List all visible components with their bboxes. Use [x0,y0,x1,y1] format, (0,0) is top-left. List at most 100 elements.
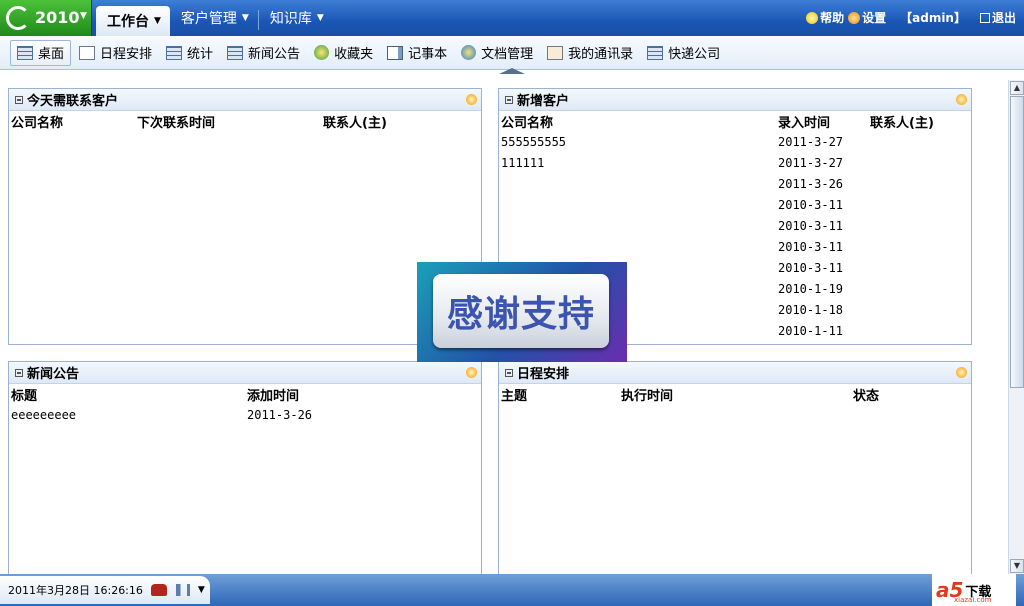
panel-header: 今天需联系客户 [9,89,481,111]
calendar-icon [79,45,96,60]
tool-label: 文档管理 [481,47,534,62]
scroll-thumb[interactable] [1010,96,1024,388]
table-row[interactable]: 111111 2011-3-27 [499,152,971,173]
chevron-down-icon: ▼ [316,13,324,23]
tool-label: 日程安排 [100,47,153,62]
username: 【admin】 [900,11,966,25]
column-header: 执行时间 [621,388,674,404]
top-bar: 2010 ▼ 工作台 ▼ 客户管理 ▼ 知识库 ▼ 帮助 设置 【admin】 退出 [0,0,1024,36]
column-header: 状态 [853,388,880,404]
logo-icon [6,6,30,30]
vertical-scrollbar[interactable]: ▲ ▼ [1008,80,1024,574]
tool-label: 统计 [187,47,214,62]
customer-company[interactable]: 555555555 [501,135,778,149]
customer-date: 2010-3-11 [778,239,844,254]
table-row[interactable]: 2011-3-26 [499,173,971,194]
thanks-banner-text: 感谢支持 [446,294,595,335]
scroll-down-button[interactable]: ▼ [1010,559,1024,573]
column-header: 标题 [11,388,38,404]
table-row[interactable]: 2010-3-11 [499,194,971,215]
collapse-icon[interactable] [15,368,23,377]
news-title[interactable]: eeeeeeeee [11,408,247,422]
thanks-banner: 感谢支持 [417,262,627,362]
status-bar: 2011年3月28日 16:26:16 ▼ a5 下载 xiazai.com [0,574,1024,606]
panel-title: 新闻公告 [27,367,80,382]
nav-label: 工作台 [107,14,149,30]
chevron-down-icon[interactable]: ▼ [198,585,205,595]
courier-icon [647,45,664,60]
panel-news: 新闻公告 标题 添加时间 eeeeeeeee 2011-3-26 [8,361,482,591]
user-link[interactable]: 【admin】 [900,9,966,26]
column-header: 联系人(主) [323,115,387,131]
address-book-icon [547,45,564,60]
table-row[interactable]: 2010-3-11 [499,215,971,236]
panel-schedule: 日程安排 主题 执行时间 状态 [498,361,972,591]
tool-label: 快递公司 [668,47,721,62]
customer-date: 2010-1-18 [778,302,844,317]
scroll-up-button[interactable]: ▲ [1010,81,1024,95]
quick-toolbar: 桌面 日程安排 统计 新闻公告 收藏夹 记事本 文档管理 我的通讯录 快递公司 [0,36,1024,70]
help-link[interactable]: 帮助 [806,9,844,26]
collapse-icon[interactable] [505,95,513,104]
speaker-icon[interactable] [175,584,190,596]
nav-knowledge-base[interactable]: 知识库 ▼ [259,0,333,36]
customer-company[interactable]: 111111 [501,156,778,170]
tool-label: 我的通讯录 [568,47,634,62]
status-left: 2011年3月28日 16:26:16 ▼ [0,576,210,604]
top-right-links: 帮助 设置 【admin】 退出 [796,9,1016,26]
panel-header: 新闻公告 [9,362,481,384]
statistics-icon [166,45,183,60]
column-header: 主题 [501,388,528,404]
nav-customer-management[interactable]: 客户管理 ▼ [170,0,258,36]
refresh-icon[interactable] [956,94,967,105]
refresh-icon[interactable] [466,94,477,105]
column-header: 联系人(主) [870,115,934,131]
tool-address-book[interactable]: 我的通讯录 [541,40,639,66]
nav-workbench[interactable]: 工作台 ▼ [96,6,170,36]
collapse-icon[interactable] [505,368,513,377]
panel-header: 新增客户 [499,89,971,111]
refresh-icon[interactable] [956,367,967,378]
tool-desktop[interactable]: 桌面 [10,39,72,66]
customer-date: 2010-3-11 [778,197,844,212]
table-row[interactable]: 2010-3-11 [499,236,971,257]
phone-icon[interactable] [150,584,167,596]
customer-date: 2011-3-26 [778,176,844,191]
tool-schedule[interactable]: 日程安排 [73,40,158,66]
customer-date: 2011-3-27 [778,134,844,149]
column-header: 公司名称 [501,115,554,131]
customer-date: 2010-3-11 [778,218,844,233]
panel-title: 新增客户 [517,94,570,109]
tool-courier[interactable]: 快递公司 [641,40,726,66]
tool-statistics[interactable]: 统计 [160,40,219,66]
column-headers: 标题 添加时间 [9,384,481,404]
main-nav: 工作台 ▼ 客户管理 ▼ 知识库 ▼ [96,0,333,36]
desktop-icon [17,45,33,60]
tool-label: 记事本 [408,47,448,62]
collapse-icon[interactable] [15,95,23,104]
column-headers: 主题 执行时间 状态 [499,384,971,404]
tool-favorites[interactable]: 收藏夹 [308,40,379,66]
settings-link[interactable]: 设置 [848,9,886,26]
tool-documents[interactable]: 文档管理 [455,40,539,66]
tool-news[interactable]: 新闻公告 [221,40,306,66]
panel-title: 日程安排 [517,367,570,382]
settings-label: 设置 [862,11,887,25]
table-row[interactable]: 555555555 2011-3-27 [499,131,971,152]
table-row[interactable]: eeeeeeeee 2011-3-26 [9,404,481,425]
logo-year: 2010 [35,8,80,27]
chevron-down-icon: ▼ [154,16,161,26]
column-header: 下次联系时间 [137,115,216,131]
app-logo-menu[interactable]: 2010 ▼ [0,0,92,36]
tool-notepad[interactable]: 记事本 [381,40,453,66]
thanks-banner-button: 感谢支持 [433,274,609,348]
customer-date: 2010-3-11 [778,260,844,275]
logout-label: 退出 [991,11,1016,25]
chevron-down-icon: ▼ [241,13,249,23]
bulb-icon [806,11,819,24]
tool-label: 桌面 [38,47,65,62]
refresh-icon[interactable] [466,367,477,378]
panel-header: 日程安排 [499,362,971,384]
logout-link[interactable]: 退出 [979,9,1016,26]
panel-today-contacts: 今天需联系客户 公司名称 下次联系时间 联系人(主) [8,88,482,345]
